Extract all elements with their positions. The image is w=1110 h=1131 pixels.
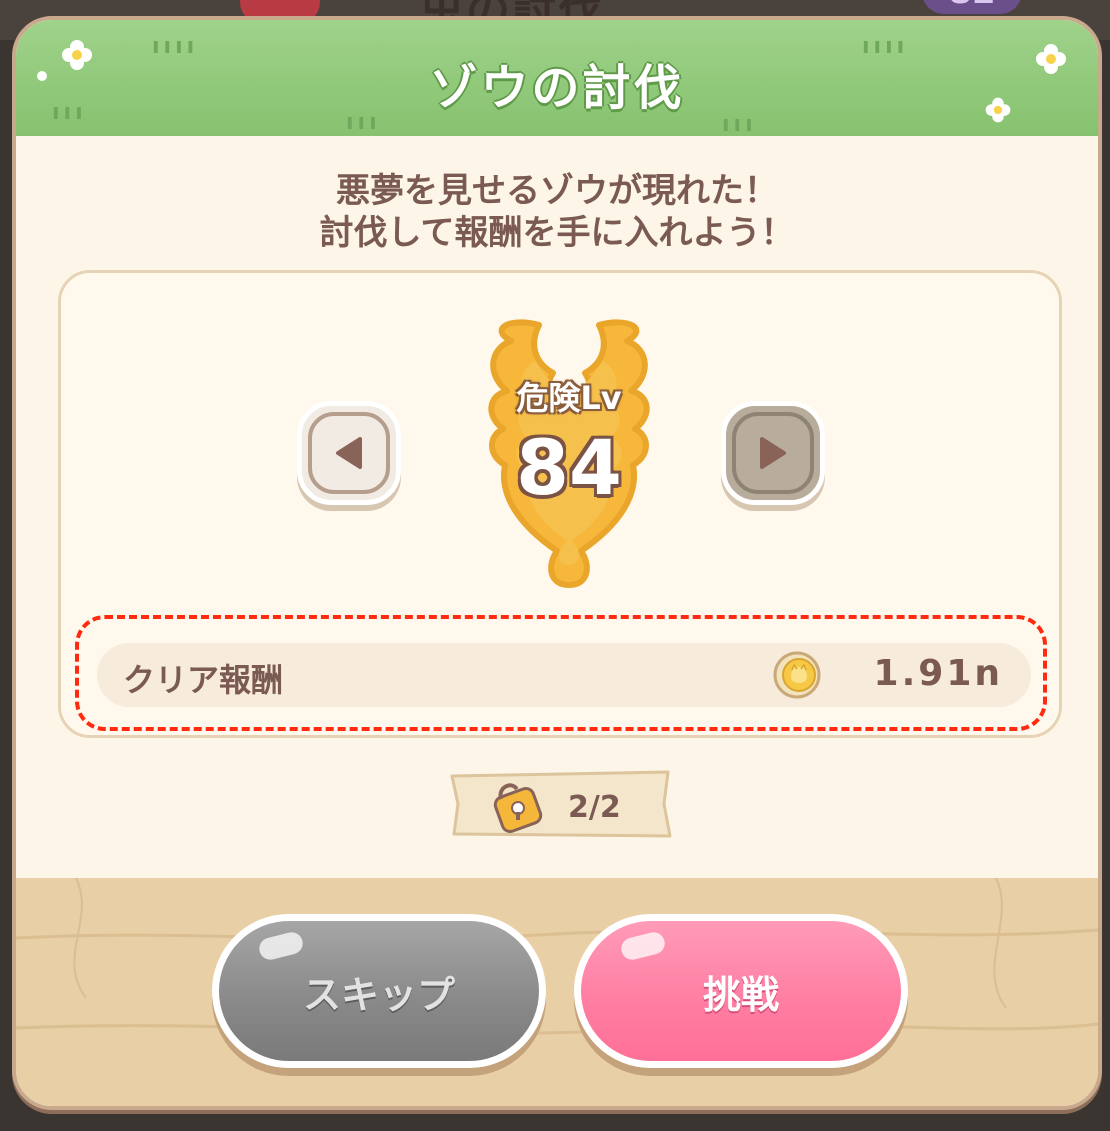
wood-floor bbox=[16, 878, 1098, 1106]
next-level-button-frame bbox=[732, 412, 814, 494]
dialog-title: ゾウの討伐 bbox=[429, 60, 685, 116]
previous-level-button-frame bbox=[308, 412, 390, 494]
message-line-2: 討伐して報酬を手に入れよう！ bbox=[319, 213, 795, 253]
ticket-plank bbox=[450, 770, 672, 838]
reward-highlight-marker bbox=[75, 615, 1047, 731]
dialog-message: 悪夢を見せるゾウが現れた！ 討伐して報酬を手に入れよう！ bbox=[16, 170, 1098, 254]
chevron-right-icon bbox=[760, 437, 786, 469]
button-gloss bbox=[256, 930, 306, 962]
background-badge: 82 bbox=[922, 0, 1022, 14]
danger-level-value: 84 bbox=[516, 423, 622, 512]
wood-grain bbox=[16, 878, 1098, 1035]
next-level-button[interactable] bbox=[721, 401, 825, 505]
chevron-left-icon bbox=[336, 437, 362, 469]
message-line-1: 悪夢を見せるゾウが現れた！ bbox=[336, 171, 778, 211]
skip-button-label: スキップ bbox=[302, 972, 455, 1017]
dialog-header: ıııı ıııı ııı ııı ııı ゾウの討伐 bbox=[16, 20, 1098, 137]
button-gloss bbox=[618, 930, 668, 962]
challenge-button-label: 挑戦 bbox=[702, 972, 779, 1017]
skip-button[interactable]: スキップ bbox=[212, 914, 546, 1068]
danger-level-label: 危険Lv bbox=[516, 379, 622, 417]
level-panel: 危険Lv 84 クリア報酬 1.91n bbox=[58, 270, 1062, 738]
challenge-button[interactable]: 挑戦 bbox=[574, 914, 908, 1068]
ticket-count: 2/2 bbox=[568, 790, 621, 825]
previous-level-button[interactable] bbox=[297, 401, 401, 505]
subjugation-dialog: ıııı ıııı ııı ııı ııı ゾウの討伐 悪夢を見せるゾウが現れた… bbox=[12, 16, 1102, 1110]
